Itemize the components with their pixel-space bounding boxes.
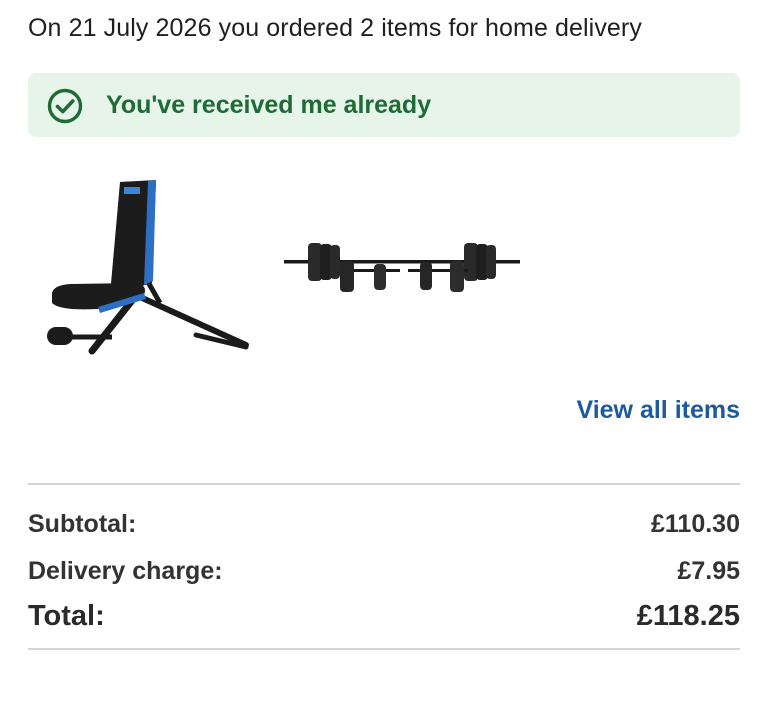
subtotal-value: £110.30: [651, 510, 740, 538]
divider: [28, 483, 740, 485]
delivery-charge-value: £7.95: [677, 557, 740, 585]
divider: [28, 648, 740, 650]
total-label: Total:: [28, 600, 105, 632]
weight-bench-image[interactable]: [40, 175, 252, 363]
total-row: Total: £118.25: [28, 600, 740, 633]
subtotal-label: Subtotal:: [28, 510, 137, 538]
total-value: £118.25: [636, 600, 740, 632]
order-summary-text: On 21 July 2026 you ordered 2 items for …: [28, 14, 642, 42]
delivery-charge-row: Delivery charge: £7.95: [28, 557, 740, 586]
check-circle-icon: [47, 88, 83, 124]
delivery-status-banner: You've received me already: [28, 73, 740, 137]
delivery-status-text: You've received me already: [106, 91, 432, 119]
delivery-charge-label: Delivery charge:: [28, 557, 223, 585]
barbell-dumbbell-set-image[interactable]: [282, 235, 522, 297]
subtotal-row: Subtotal: £110.30: [28, 510, 740, 539]
view-all-items-link[interactable]: View all items: [576, 396, 740, 425]
